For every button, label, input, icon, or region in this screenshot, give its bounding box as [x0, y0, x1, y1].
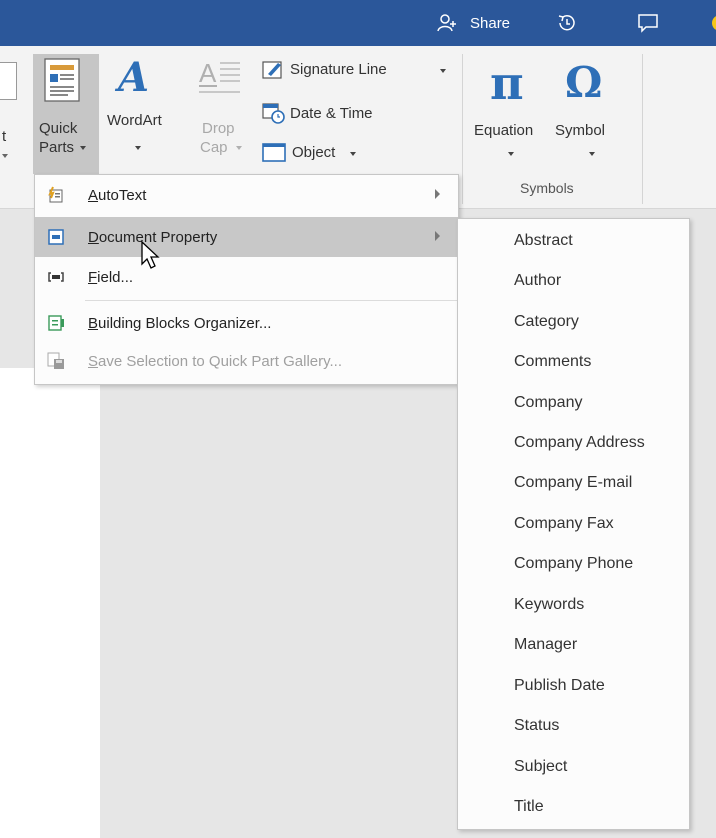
chevron-down-icon [80, 146, 86, 150]
menu-item-field[interactable]: Field... [35, 257, 458, 297]
menu-item-building-blocks-organizer[interactable]: Building Blocks Organizer... [35, 303, 458, 343]
submenu-item-category[interactable]: Category [514, 313, 579, 331]
title-bar: Share [0, 0, 716, 46]
equation-button[interactable]: π Equation [472, 54, 552, 174]
drop-cap-label-2: Cap [200, 139, 228, 156]
menu-item-save-selection[interactable]: Save Selection to Quick Part Gallery... [35, 341, 458, 381]
menu-item-label: AutoText [88, 186, 147, 204]
svg-text:A: A [199, 58, 217, 88]
pi-icon: π [490, 56, 524, 110]
omega-icon: Ω [565, 58, 603, 107]
document-page[interactable] [0, 368, 100, 838]
date-time-button[interactable]: Date & Time [262, 101, 422, 127]
group-separator [642, 54, 643, 204]
quick-parts-label-1: Quick [39, 120, 78, 137]
wordart-button[interactable]: A WordArt [102, 54, 172, 174]
save-selection-icon [47, 352, 65, 370]
submenu-arrow-icon [435, 189, 440, 199]
building-blocks-icon [47, 314, 65, 332]
submenu-item-abstract[interactable]: Abstract [514, 232, 573, 250]
ruler-fragment [0, 209, 34, 229]
submenu-item-status[interactable]: Status [514, 717, 559, 735]
comments-icon[interactable] [636, 0, 660, 46]
wordart-icon: A [118, 54, 150, 101]
field-icon [47, 268, 65, 286]
symbol-label: Symbol [555, 122, 606, 139]
partial-button-label: t [2, 128, 7, 145]
menu-divider [85, 300, 457, 301]
drop-cap-icon: A [198, 58, 242, 103]
submenu-item-company[interactable]: Company [514, 394, 582, 412]
object-button[interactable]: Object [262, 140, 392, 166]
menu-item-autotext[interactable]: AutoText [35, 175, 458, 215]
object-label: Object [292, 144, 336, 161]
menu-item-document-property[interactable]: Document Property [35, 217, 458, 257]
submenu-item-manager[interactable]: Manager [514, 636, 577, 654]
chevron-down-icon [350, 152, 356, 156]
menu-item-label: Field... [88, 268, 134, 286]
autotext-icon [47, 186, 65, 204]
signature-line-label: Signature Line [290, 61, 387, 78]
equation-label: Equation [474, 122, 534, 139]
share-button[interactable]: Share [470, 0, 510, 46]
chevron-down-icon [589, 152, 595, 156]
share-person-icon[interactable] [436, 0, 458, 46]
signature-line-icon [262, 59, 284, 86]
object-icon [262, 143, 286, 168]
partial-button-icon[interactable] [0, 62, 17, 100]
submenu-item-company-fax[interactable]: Company Fax [514, 515, 614, 533]
group-separator [462, 54, 463, 204]
chevron-down-icon [508, 152, 514, 156]
submenu-item-comments[interactable]: Comments [514, 353, 591, 371]
date-time-label: Date & Time [290, 105, 373, 122]
drop-cap-button[interactable]: A Drop Cap [190, 54, 252, 174]
submenu-item-subject[interactable]: Subject [514, 758, 567, 776]
quick-parts-button[interactable]: Quick Parts [33, 54, 99, 174]
chevron-down-icon [135, 146, 141, 150]
submenu-item-company-email[interactable]: Company E-mail [514, 474, 632, 492]
smiley-icon[interactable] [708, 0, 716, 46]
quick-parts-menu: AutoText Document Property Field... Buil… [34, 174, 459, 385]
menu-item-label: Building Blocks Organizer... [88, 314, 272, 332]
menu-item-label: Save Selection to Quick Part Gallery... [88, 352, 343, 370]
submenu-item-title[interactable]: Title [514, 798, 544, 816]
history-icon[interactable] [555, 0, 579, 46]
signature-line-button[interactable]: Signature Line [262, 57, 452, 83]
quick-parts-label-2: Parts [39, 139, 75, 156]
chevron-down-icon [2, 154, 8, 158]
document-property-submenu: Abstract Author Category Comments Compan… [457, 218, 690, 830]
mouse-pointer-icon [140, 240, 162, 275]
submenu-item-keywords[interactable]: Keywords [514, 596, 584, 614]
document-property-icon [47, 228, 65, 246]
wordart-label: WordArt [107, 112, 162, 129]
drop-cap-label-1: Drop [202, 120, 235, 137]
chevron-down-icon [236, 146, 242, 150]
submenu-item-publish-date[interactable]: Publish Date [514, 677, 605, 695]
submenu-item-company-phone[interactable]: Company Phone [514, 555, 633, 573]
symbols-group-label: Symbols [520, 180, 574, 196]
submenu-arrow-icon [435, 231, 440, 241]
symbol-button[interactable]: Ω Symbol [555, 54, 635, 174]
chevron-down-icon [440, 69, 446, 73]
calendar-clock-icon [262, 103, 286, 130]
submenu-item-author[interactable]: Author [514, 272, 561, 290]
submenu-item-company-address[interactable]: Company Address [514, 434, 645, 452]
quick-parts-icon [43, 58, 83, 107]
